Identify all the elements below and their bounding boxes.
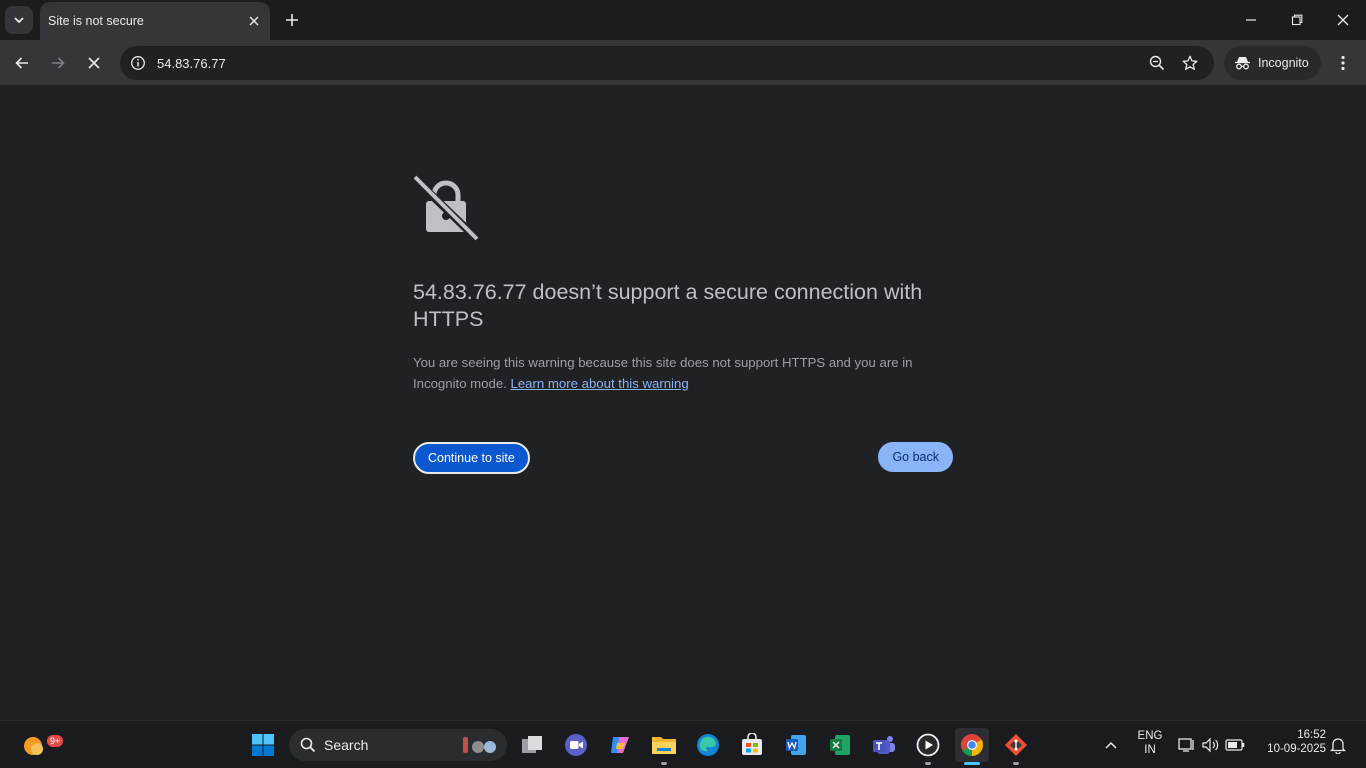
page-content: 54.83.76.77 doesn’t support a secure con… [0, 87, 1366, 720]
git-app[interactable] [1000, 729, 1032, 765]
meet-app[interactable] [560, 729, 592, 761]
clock[interactable]: 16:52 10-09-2025 [1256, 729, 1326, 755]
store-icon [742, 733, 762, 755]
browser-toolbar: 54.83.76.77 Incognito [0, 40, 1366, 86]
clock-time: 16:52 [1297, 729, 1326, 741]
search-highlight-icon [463, 737, 496, 753]
edge-app[interactable] [692, 729, 724, 761]
language-code: ENG [1137, 730, 1163, 742]
taskbar-search[interactable]: Search [289, 729, 507, 761]
action-buttons: Continue to site Go back [413, 442, 953, 474]
windows-taskbar: 9+ Search ENG IN 16:52 10-09-2025 [0, 720, 1366, 768]
network-status[interactable] [1174, 729, 1200, 761]
zoom-out-icon [1149, 55, 1165, 71]
video-camera-icon [565, 734, 587, 756]
minimize-icon [1246, 19, 1256, 21]
active-indicator [964, 762, 980, 765]
notification-center-button[interactable] [1326, 729, 1350, 761]
tab-strip: Site is not secure [0, 0, 1366, 40]
stop-loading-button[interactable] [80, 49, 108, 77]
teams-icon [873, 736, 895, 754]
task-view-button[interactable] [516, 729, 548, 761]
weather-sun-icon [24, 737, 43, 755]
incognito-indicator[interactable]: Incognito [1224, 46, 1321, 80]
notification-badge: 9+ [47, 735, 64, 747]
zoom-button[interactable] [1145, 51, 1169, 75]
word-icon [786, 735, 806, 755]
close-icon [249, 16, 259, 26]
incognito-label: Incognito [1258, 56, 1309, 70]
running-indicator [925, 762, 931, 765]
address-bar[interactable]: 54.83.76.77 [120, 46, 1214, 80]
task-view-icon [522, 736, 542, 753]
tab-close-button[interactable] [246, 13, 262, 29]
bookmark-button[interactable] [1178, 51, 1202, 75]
copilot-app[interactable] [604, 729, 636, 761]
more-vertical-icon [1341, 55, 1345, 71]
security-interstitial: 54.83.76.77 doesn’t support a secure con… [411, 175, 953, 474]
arrow-left-icon [15, 57, 28, 69]
folder-icon [652, 737, 676, 754]
close-icon [88, 57, 100, 69]
url-text[interactable]: 54.83.76.77 [157, 56, 226, 71]
play-icon [916, 733, 940, 757]
incognito-icon [1235, 57, 1250, 70]
close-icon [1337, 14, 1349, 26]
search-icon [300, 737, 316, 753]
close-window-button[interactable] [1328, 6, 1358, 34]
continue-to-site-button[interactable]: Continue to site [413, 442, 530, 474]
input-language-indicator[interactable]: ENG IN [1134, 730, 1166, 756]
chevron-up-icon [1105, 741, 1117, 749]
chrome-app[interactable] [955, 728, 989, 765]
search-label: Search [324, 737, 369, 753]
active-tab[interactable]: Site is not secure [40, 2, 270, 40]
chrome-icon [961, 734, 983, 756]
running-indicator [661, 762, 667, 765]
microsoft-store-app[interactable] [736, 729, 768, 761]
chevron-down-icon [14, 17, 24, 24]
copilot-icon [611, 737, 629, 753]
clock-date: 10-09-2025 [1267, 743, 1326, 755]
excel-icon [830, 735, 850, 755]
battery-charging-icon [1225, 739, 1245, 751]
network-icon [1178, 738, 1194, 752]
git-icon [1005, 734, 1027, 756]
region-code: IN [1144, 744, 1156, 756]
media-player-app[interactable] [912, 729, 944, 765]
show-hidden-icons-button[interactable] [1097, 729, 1125, 761]
running-indicator [1013, 762, 1019, 765]
minimize-button[interactable] [1236, 6, 1266, 34]
back-button[interactable] [8, 49, 36, 77]
site-info-button[interactable] [126, 51, 150, 75]
go-back-button[interactable]: Go back [878, 442, 953, 472]
star-icon [1182, 55, 1198, 70]
excel-app[interactable] [824, 729, 856, 761]
tab-title: Site is not secure [48, 14, 144, 28]
learn-more-link[interactable]: Learn more about this warning [511, 376, 689, 391]
arrow-right-icon [52, 57, 65, 69]
restore-icon [1291, 14, 1303, 26]
warning-explanation: You are seeing this warning because this… [413, 352, 953, 394]
battery-status[interactable] [1222, 729, 1248, 761]
windows-logo-icon [252, 734, 274, 756]
word-app[interactable] [780, 729, 812, 761]
bell-icon [1330, 738, 1346, 754]
unlocked-padlock-icon [411, 175, 479, 241]
start-button[interactable] [247, 729, 279, 761]
page-heading: 54.83.76.77 doesn’t support a secure con… [413, 280, 923, 331]
volume-control[interactable] [1198, 729, 1224, 761]
speaker-icon [1202, 737, 1219, 753]
tab-search-button[interactable] [5, 6, 33, 34]
info-icon [131, 56, 145, 70]
browser-menu-button[interactable] [1331, 49, 1355, 77]
new-tab-button[interactable] [280, 8, 304, 32]
restore-button[interactable] [1282, 6, 1312, 34]
weather-widget[interactable]: 9+ [17, 729, 64, 761]
plus-icon [286, 14, 298, 26]
edge-icon [697, 734, 719, 756]
forward-button[interactable] [44, 49, 72, 77]
teams-app[interactable] [868, 729, 900, 761]
file-explorer-app[interactable] [648, 729, 680, 765]
